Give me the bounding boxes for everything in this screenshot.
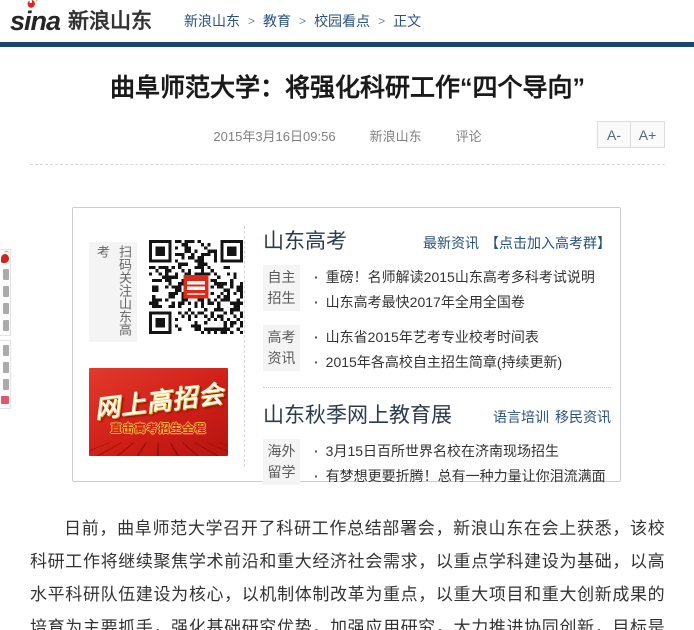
news-link[interactable]: 重磅！名师解读2015山东高考多科考试说明 [314,265,595,290]
breadcrumb: 新浪山东 > 教育 > 校园看点 > 正文 [184,11,421,31]
breadcrumb-separator: > [299,14,306,28]
breadcrumb-home[interactable]: 新浪山东 [184,11,240,31]
breadcrumb-separator: > [378,14,385,28]
latest-news-link[interactable]: 最新资讯 [423,233,479,253]
breadcrumb-education[interactable]: 教育 [263,11,291,31]
sina-logo-text: sina [10,7,60,35]
news-link[interactable]: 山东高考最快2017年全用全国卷 [314,290,595,315]
clipped-glyph [3,362,9,373]
immigration-info-link[interactable]: 移民资讯 [555,407,611,427]
publish-date: 2015年3月16日09:56 [213,126,335,145]
article-body: 日前，曲阜师范大学召开了科研工作总结部署会，新浪山东在会上获悉，该校科研工作将继… [30,512,665,630]
group-gaokao-zixun: 高考资讯 山东省2015年艺考专业校考时间表 2015年各高校自主招生简章(持续… [263,325,611,375]
clipped-glyph [3,269,9,280]
site-header: sina 新浪山东 新浪山东 > 教育 > 校园看点 > 正文 [0,0,694,42]
news-link[interactable]: 2015年各高校自主招生简章(持续更新) [314,350,562,375]
gaokao-promo-box: 扫码关注山东高考 网上高招会 直击高考招生全程 山东高考 最新资讯 [72,207,621,482]
left-float-widget[interactable] [0,249,11,409]
banner-subtitle: 直击高考招生全程 [89,420,228,436]
online-fair-banner[interactable]: 网上高招会 直击高考招生全程 [89,368,228,456]
section-eduexpo-title[interactable]: 山东秋季网上教育展 [263,399,452,429]
qr-code [149,240,243,334]
group-zizhu-zhaosheng: 自主招生 重磅！名师解读2015山东高考多科考试说明 山东高考最快2017年全用… [263,265,611,315]
breadcrumb-current: 正文 [393,11,421,31]
language-training-link[interactable]: 语言培训 [493,407,549,427]
promo-vertical-divider [244,226,245,467]
promo-right-column: 山东高考 最新资讯 【点击加入高考群】 自主招生 重磅！名师解读2015山东高考… [263,208,611,489]
weibo-share-icon [1,254,9,263]
qr-caption: 扫码关注山东高考 [89,242,137,342]
clipped-glyph [3,320,9,331]
header-accent-bar [0,42,694,47]
share-widget-top[interactable] [0,249,11,336]
promo-left-column: 扫码关注山东高考 网上高招会 直击高考招生全程 [89,208,245,342]
font-decrease-button[interactable]: A- [597,121,631,148]
banner-road-graphic [89,442,228,456]
font-increase-button[interactable]: A+ [631,121,665,148]
clipped-glyph [3,286,9,297]
breadcrumb-separator: > [248,14,255,28]
news-link[interactable]: 3月15日百所世界名校在济南现场招生 [314,439,606,464]
share-widget-bottom[interactable] [0,340,11,409]
join-group-link[interactable]: 【点击加入高考群】 [485,233,611,253]
page: sina 新浪山东 新浪山东 > 教育 > 校园看点 > 正文 曲阜师范大学：将… [0,0,694,630]
breadcrumb-campus[interactable]: 校园看点 [314,11,370,31]
qr-mini-icon [1,396,9,404]
section-gaokao-title[interactable]: 山东高考 [263,225,347,255]
news-link[interactable]: 有梦想更要折腾！总有一种力量让你泪流满面 [314,464,606,489]
comments-link[interactable]: 评论 [456,126,482,145]
section-eduexpo-header: 山东秋季网上教育展 语言培训 移民资讯 [263,399,611,429]
article-source[interactable]: 新浪山东 [370,126,422,145]
news-link[interactable]: 山东省2015年艺考专业校考时间表 [314,325,562,350]
section-divider [263,387,611,388]
group-haiwai-liuxue: 海外留学 3月15日百所世界名校在济南现场招生 有梦想更要折腾！总有一种力量让你… [263,439,611,489]
article-title: 曲阜师范大学：将强化科研工作“四个导向” [30,71,665,105]
section-gaokao-header: 山东高考 最新资讯 【点击加入高考群】 [263,225,611,255]
sina-flame-icon [24,0,40,9]
meta-divider [30,164,665,165]
sina-logo-region: 新浪山东 [68,9,152,35]
font-size-controls: A- A+ [597,121,665,148]
group-label: 高考资讯 [263,325,300,371]
banner-title: 网上高招会 [91,374,226,426]
group-label: 海外留学 [263,439,300,485]
clipped-glyph [3,379,9,390]
group-label: 自主招生 [263,265,300,311]
sina-logo[interactable]: sina 新浪山东 [10,7,152,35]
article-meta: 2015年3月16日09:56 新浪山东 评论 A- A+ [30,121,665,149]
clipped-glyph [3,345,9,356]
clipped-glyph [3,303,9,314]
